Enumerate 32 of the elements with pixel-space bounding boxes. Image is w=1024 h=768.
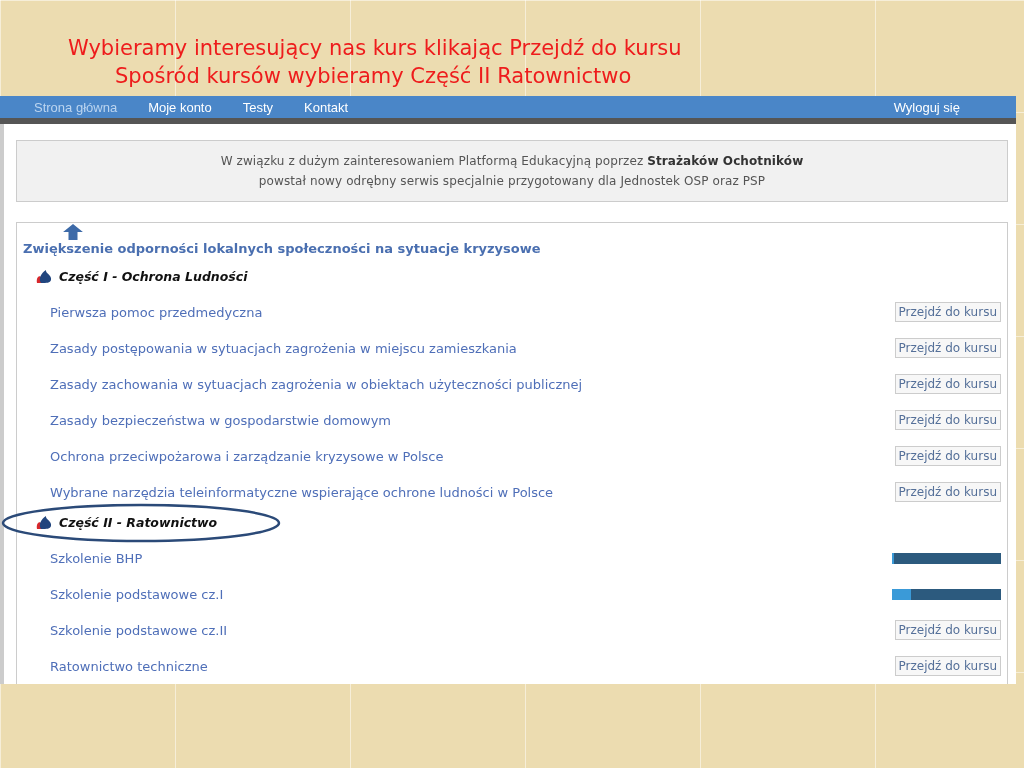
course-link[interactable]: Zasady zachowania w sytuacjach zagrożenia w obiektach użyteczności publicznej: [50, 376, 583, 392]
course-link[interactable]: Szkolenie BHP: [50, 550, 143, 566]
course-link[interactable]: Ratownictwo techniczne: [50, 658, 208, 674]
go-to-course-button[interactable]: Przejdź do kursu: [894, 446, 1001, 466]
flame-logo-icon: [35, 514, 53, 530]
section-title: Część II - Ratownictwo: [59, 514, 218, 530]
flame-logo-icon: [35, 268, 53, 284]
nav-link[interactable]: Testy: [242, 99, 274, 115]
go-to-course-button[interactable]: Przejdź do kursu: [894, 656, 1001, 676]
up-arrow-icon: [62, 223, 84, 241]
course-link[interactable]: Szkolenie podstawowe cz.I: [50, 586, 224, 602]
go-to-course-button[interactable]: Przejdź do kursu: [894, 482, 1001, 502]
nav-link[interactable]: Strona główna: [34, 99, 118, 115]
course-link[interactable]: Pierwsza pomoc przedmedyczna: [50, 304, 263, 320]
section-title: Część I - Ochrona Ludności: [59, 268, 248, 284]
course-link[interactable]: Wybrane narzędzia teleinformatyczne wspierające ochrone ludności w Polsce: [50, 484, 554, 500]
program-title: Zwiększenie odporności lokalnych społeczności na sytuacje kryzysowe: [23, 241, 541, 256]
nav-link[interactable]: Kontakt: [304, 99, 349, 115]
course-link[interactable]: Ochrona przeciwpożarowa i zarządzanie kryzysowe w Polsce: [50, 448, 444, 464]
slide-title: Spośród kursów wybieramy Część II Ratownictwo: [115, 63, 632, 90]
logout-link[interactable]: Wyloguj się: [893, 99, 960, 115]
go-to-course-button[interactable]: Przejdź do kursu: [894, 374, 1001, 394]
notice-text: W związku z dużym zainteresowaniem Platformą Edukacyjną poprzez Strażaków Ochotników powstał nowy odrębny serwis specjalnie przygotowany dla Jednostek OSP oraz PSP: [16, 140, 1008, 202]
go-to-course-button[interactable]: Przejdź do kursu: [894, 338, 1001, 358]
go-to-course-button[interactable]: Przejdź do kursu: [894, 410, 1001, 430]
course-link[interactable]: Zasady bezpieczeństwa w gospodarstwie domowym: [50, 412, 391, 428]
course-link[interactable]: Szkolenie podstawowe cz.II: [50, 622, 228, 638]
slide-title: Wybieramy interesujący nas kurs klikając Przejdź do kursu: [68, 35, 682, 62]
go-to-course-button[interactable]: Przejdź do kursu: [894, 302, 1001, 322]
nav-link[interactable]: Moje konto: [148, 99, 212, 115]
go-to-course-button[interactable]: Przejdź do kursu: [894, 620, 1001, 640]
course-link[interactable]: Zasady postępowania w sytuacjach zagrożenia w miejscu zamieszkania: [50, 340, 517, 356]
